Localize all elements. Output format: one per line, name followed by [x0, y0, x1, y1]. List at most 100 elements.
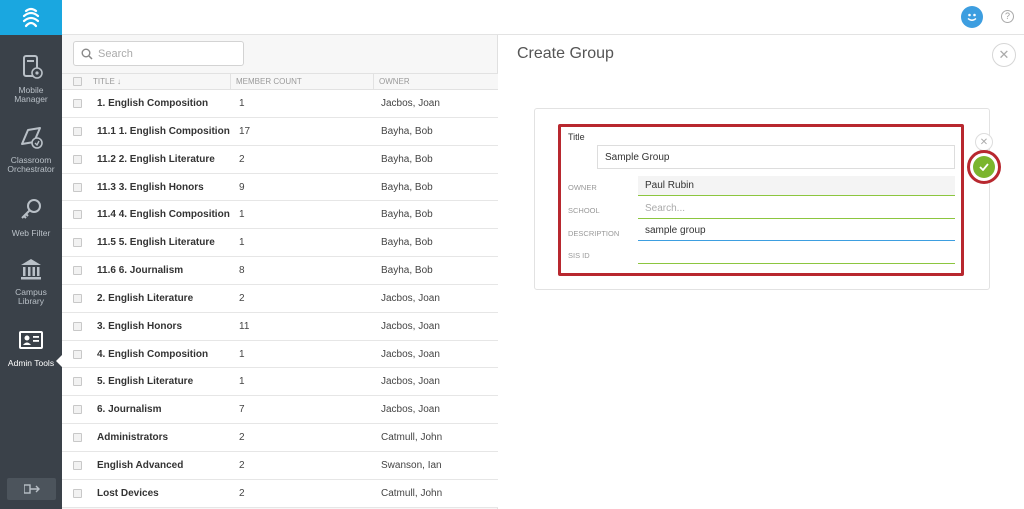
- create-group-panel: Create Group ✕ Title OWNER SCHOOL DESCRI…: [499, 35, 1024, 509]
- sort-down-icon: ↓: [117, 77, 122, 86]
- table-row[interactable]: Lost Devices 2 Catmull, John: [62, 479, 498, 508]
- table-row[interactable]: 11.4 4. English Composition 1 Bayha, Bob: [62, 201, 498, 230]
- column-header-owner[interactable]: OWNER: [379, 77, 410, 86]
- row-owner: Jacbos, Joan: [381, 376, 440, 388]
- row-owner: Jacbos, Joan: [381, 404, 440, 416]
- row-checkbox[interactable]: [73, 293, 82, 303]
- logout-button[interactable]: [7, 478, 56, 500]
- sidebar-item-label: Manager: [14, 94, 48, 104]
- row-owner: Jacbos, Joan: [381, 292, 440, 304]
- row-checkbox[interactable]: [73, 182, 82, 192]
- row-checkbox[interactable]: [73, 154, 82, 164]
- row-owner: Jacbos, Joan: [381, 320, 440, 332]
- close-icon: ✕: [979, 136, 989, 148]
- row-checkbox[interactable]: [73, 377, 82, 387]
- row-checkbox[interactable]: [73, 238, 82, 248]
- save-highlight-ring: [967, 150, 1001, 184]
- table-row[interactable]: 11.5 5. English Literature 1 Bayha, Bob: [62, 229, 498, 258]
- search-input[interactable]: [98, 44, 238, 63]
- row-member-count: 8: [239, 265, 245, 277]
- table-row[interactable]: 4. English Composition 1 Jacbos, Joan: [62, 340, 498, 369]
- row-owner: Bayha, Bob: [381, 209, 433, 221]
- row-checkbox[interactable]: [73, 433, 82, 443]
- row-checkbox[interactable]: [73, 126, 82, 136]
- groups-table: TITLE ↓ MEMBER COUNT OWNER 1. English Co…: [62, 73, 498, 508]
- sidebar-item-admin-tools[interactable]: Admin Tools: [0, 327, 62, 395]
- row-title: 11.6 6. Journalism: [97, 265, 184, 277]
- row-owner: Bayha, Bob: [381, 125, 433, 137]
- app-logo[interactable]: [0, 0, 62, 35]
- search-icon: [81, 48, 93, 60]
- title-input[interactable]: [597, 145, 955, 169]
- discard-button[interactable]: ✕: [975, 133, 993, 151]
- row-owner: Bayha, Bob: [381, 265, 433, 277]
- close-panel-button[interactable]: ✕: [992, 43, 1016, 67]
- owner-label: OWNER: [568, 183, 597, 192]
- table-row[interactable]: English Advanced 2 Swanson, Ian: [62, 451, 498, 480]
- row-member-count: 1: [239, 376, 245, 388]
- row-checkbox[interactable]: [73, 210, 82, 220]
- row-member-count: 1: [239, 348, 245, 360]
- column-header-title[interactable]: TITLE ↓: [93, 77, 121, 86]
- table-row[interactable]: 11.1 1. English Composition 17 Bayha, Bob: [62, 117, 498, 146]
- table-row[interactable]: 3. English Honors 11 Jacbos, Joan: [62, 312, 498, 341]
- row-title: 11.4 4. English Composition: [97, 209, 230, 221]
- title-label: Title: [568, 132, 585, 142]
- table-row[interactable]: 2. English Literature 2 Jacbos, Joan: [62, 284, 498, 313]
- row-owner: Bayha, Bob: [381, 181, 433, 193]
- row-title: 11.3 3. English Honors: [97, 181, 204, 193]
- row-checkbox[interactable]: [73, 321, 82, 331]
- table-row[interactable]: 11.3 3. English Honors 9 Bayha, Bob: [62, 173, 498, 202]
- row-title: 11.2 2. English Literature: [97, 153, 215, 165]
- table-row[interactable]: 5. English Literature 1 Jacbos, Joan: [62, 368, 498, 397]
- row-title: 3. English Honors: [97, 320, 183, 332]
- select-all-checkbox[interactable]: [73, 77, 82, 86]
- column-header-member-count[interactable]: MEMBER COUNT: [236, 77, 302, 86]
- row-checkbox[interactable]: [73, 405, 82, 415]
- row-member-count: 1: [239, 209, 245, 221]
- table-row[interactable]: 1. English Composition 1 Jacbos, Joan: [62, 90, 498, 118]
- table-body: 1. English Composition 1 Jacbos, Joan 11.1…: [62, 90, 498, 508]
- save-button[interactable]: [973, 156, 995, 178]
- row-title: 2. English Literature: [97, 292, 194, 304]
- avatar[interactable]: [961, 6, 983, 28]
- mobile-manager-icon: [23, 55, 43, 79]
- school-input[interactable]: [638, 199, 955, 219]
- row-title: 4. English Composition: [97, 348, 209, 360]
- row-checkbox[interactable]: [73, 488, 82, 498]
- group-list-panel: TITLE ↓ MEMBER COUNT OWNER 1. English Co…: [62, 35, 498, 509]
- table-row[interactable]: Administrators 2 Catmull, John: [62, 424, 498, 452]
- row-checkbox[interactable]: [73, 460, 82, 470]
- top-bar: ?: [62, 0, 1024, 35]
- row-title: Lost Devices: [97, 487, 159, 499]
- app-window: Mobile Manager Classroom Orchestrator We…: [0, 0, 1024, 509]
- sidebar-item-label: Admin Tools: [7, 358, 55, 368]
- sidebar: Mobile Manager Classroom Orchestrator We…: [0, 0, 62, 509]
- sidebar-item-mobile-manager[interactable]: Mobile Manager: [0, 54, 62, 122]
- row-title: 5. English Literature: [97, 376, 194, 388]
- row-member-count: 9: [239, 181, 245, 193]
- sidebar-item-classroom-orchestrator[interactable]: Classroom Orchestrator: [0, 124, 62, 192]
- table-row[interactable]: 11.2 2. English Literature 2 Bayha, Bob: [62, 145, 498, 174]
- key-icon: [21, 199, 41, 219]
- row-checkbox[interactable]: [73, 349, 82, 359]
- sidebar-item-label: Orchestrator: [7, 164, 55, 174]
- row-owner: Jacbos, Joan: [381, 98, 440, 109]
- page-title: Create Group: [517, 45, 614, 62]
- help-icon[interactable]: ?: [1001, 10, 1014, 23]
- row-title: 6. Journalism: [97, 404, 162, 416]
- sis-id-input[interactable]: [638, 244, 955, 264]
- close-icon: ✕: [998, 47, 1010, 62]
- table-row[interactable]: 11.6 6. Journalism 8 Bayha, Bob: [62, 257, 498, 285]
- row-member-count: 11: [239, 320, 250, 332]
- table-row[interactable]: 6. Journalism 7 Jacbos, Joan: [62, 396, 498, 425]
- row-title: Administrators: [97, 432, 169, 444]
- row-checkbox[interactable]: [73, 266, 82, 276]
- sidebar-item-campus-library[interactable]: Campus Library: [0, 256, 62, 324]
- row-owner: Swanson, Ian: [381, 459, 442, 471]
- row-title: 1. English Composition: [97, 98, 209, 109]
- sidebar-item-web-filter[interactable]: Web Filter: [0, 197, 62, 265]
- row-checkbox[interactable]: [73, 99, 82, 108]
- description-input[interactable]: [638, 221, 955, 241]
- owner-input[interactable]: [638, 176, 955, 196]
